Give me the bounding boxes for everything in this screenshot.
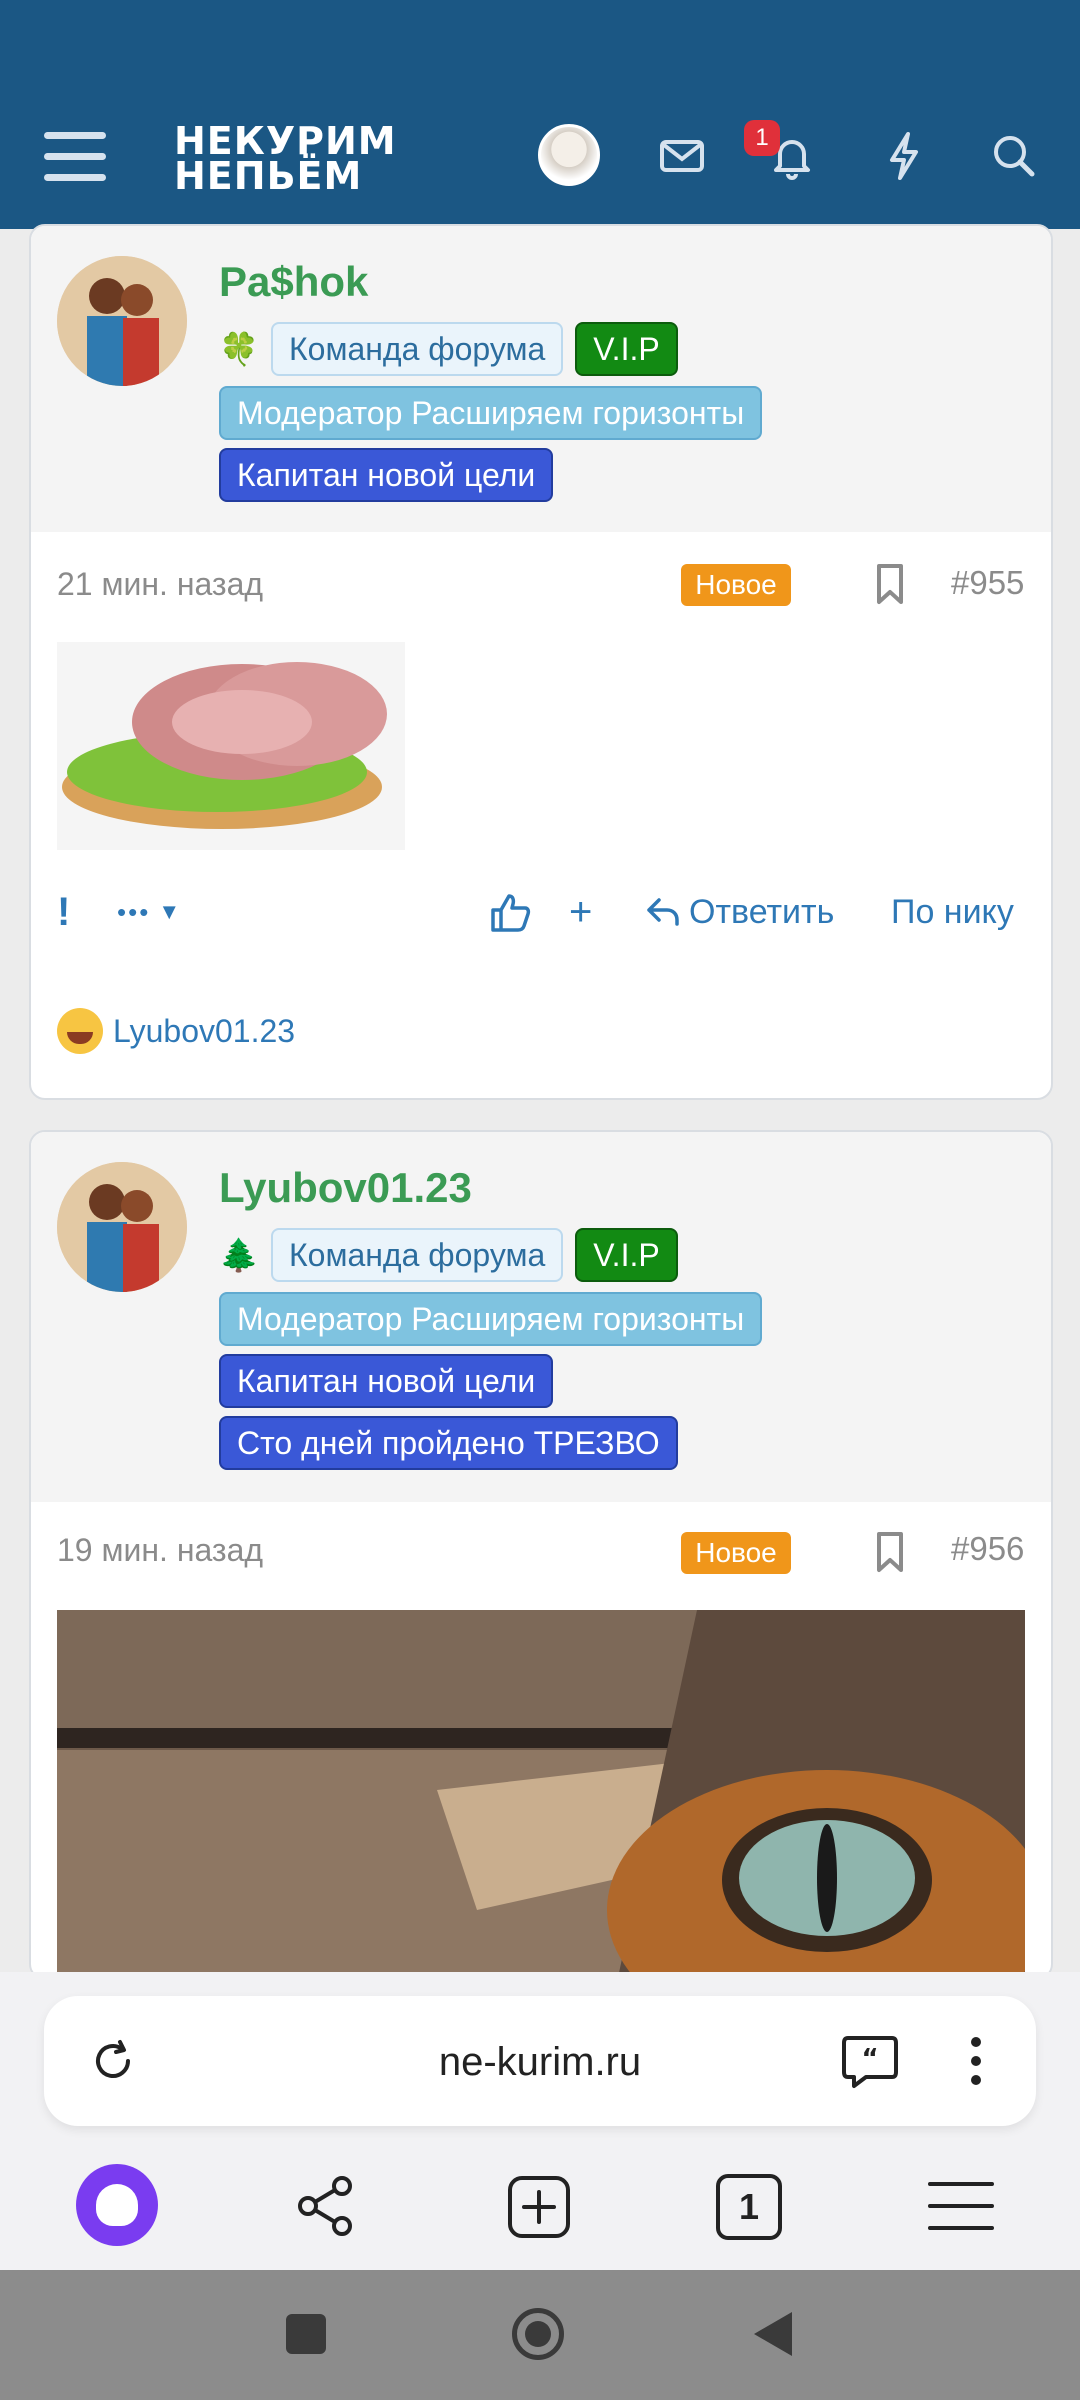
mail-icon[interactable]	[652, 126, 712, 186]
reactor-name: Lyubov01.23	[113, 1012, 296, 1049]
site-logo[interactable]: НЕКУРИМ НЕПЬЁМ	[174, 122, 397, 198]
new-badge: Новое	[681, 1532, 791, 1574]
tree-icon: 🌲	[219, 1237, 259, 1273]
address-bar[interactable]: ne-kurim.ru “	[44, 1996, 1036, 2126]
tag-row-4: Сто дней пройдено ТРЕЗВО	[219, 1416, 678, 1470]
browser-nav-row: 1	[0, 2164, 1080, 2264]
by-nick-button[interactable]: По нику	[891, 882, 1014, 942]
tag-moderator: Модератор Расширяем горизонты	[219, 1292, 763, 1346]
more-menu-button[interactable]: ••• ▼	[117, 882, 182, 942]
reply-icon	[647, 898, 679, 926]
more-vertical-icon[interactable]	[966, 2034, 986, 2088]
alice-assistant-icon[interactable]	[76, 2164, 158, 2246]
author-avatar[interactable]	[57, 1162, 187, 1292]
tag-row-2: Модератор Расширяем горизонты	[219, 1292, 763, 1346]
post-number[interactable]: #955	[951, 564, 1024, 602]
tabs-button[interactable]: 1	[716, 2174, 782, 2240]
tag-captain: Капитан новой цели	[219, 448, 554, 502]
menu-icon[interactable]	[44, 132, 106, 182]
system-navigation-bar	[0, 2270, 1080, 2400]
svg-text:“: “	[861, 2044, 878, 2074]
more-dots: •••	[117, 897, 151, 927]
post-author-block: Pa$hok 🍀 Команда форума V.I.P Модератор …	[31, 226, 1051, 532]
recents-icon[interactable]	[286, 2314, 326, 2354]
bookmark-icon[interactable]	[873, 1530, 907, 1574]
tag-row-1: 🍀 Команда форума V.I.P	[219, 322, 678, 376]
bookmark-icon[interactable]	[873, 562, 907, 606]
user-avatar[interactable]	[538, 124, 600, 186]
sandwich-image[interactable]	[57, 642, 405, 850]
author-avatar[interactable]	[57, 256, 187, 386]
search-icon[interactable]	[984, 126, 1044, 186]
tag-vip: V.I.P	[575, 322, 678, 376]
new-tab-icon[interactable]	[506, 2174, 572, 2240]
tag-forum-team: Команда форума	[271, 322, 564, 376]
author-username[interactable]: Pa$hok	[219, 258, 368, 306]
like-icon[interactable]	[489, 892, 531, 934]
tag-row-1: 🌲 Команда форума V.I.P	[219, 1228, 678, 1282]
clover-icon: 🍀	[219, 331, 259, 367]
post-time[interactable]: 19 мин. назад	[57, 1532, 263, 1569]
tag-forum-team: Команда форума	[271, 1228, 564, 1282]
add-reaction-button[interactable]: +	[569, 882, 592, 942]
post-actions: ! ••• ▼ + Ответить По нику	[31, 882, 1051, 942]
lightning-icon[interactable]	[874, 126, 934, 186]
quote-icon[interactable]: “	[840, 2032, 900, 2090]
tag-row-3: Капитан новой цели	[219, 1354, 554, 1408]
reply-button[interactable]: Ответить	[645, 882, 834, 942]
post-author-block: Lyubov01.23 🌲 Команда форума V.I.P Модер…	[31, 1132, 1051, 1502]
cat-eye-image[interactable]	[57, 1610, 1025, 1978]
browser-menu-icon[interactable]	[926, 2178, 996, 2234]
browser-toolbar: ne-kurim.ru “ 1	[0, 1972, 1080, 2270]
reaction-summary[interactable]: Lyubov01.23	[57, 1008, 295, 1054]
post-955: Pa$hok 🍀 Команда форума V.I.P Модератор …	[29, 224, 1053, 1100]
logo-line-2: НЕПЬЁМ	[174, 154, 363, 198]
new-badge: Новое	[681, 564, 791, 606]
forum-header: НЕКУРИМ НЕПЬЁМ 1	[0, 0, 1080, 229]
reply-label: Ответить	[689, 893, 835, 931]
notification-badge: 1	[744, 120, 780, 156]
tag-captain: Капитан новой цели	[219, 1354, 554, 1408]
post-956: Lyubov01.23 🌲 Команда форума V.I.P Модер…	[29, 1130, 1053, 1980]
tag-hundred-days: Сто дней пройдено ТРЕЗВО	[219, 1416, 678, 1470]
post-time[interactable]: 21 мин. назад	[57, 566, 263, 603]
share-icon[interactable]	[294, 2174, 358, 2238]
author-username[interactable]: Lyubov01.23	[219, 1164, 472, 1212]
report-button[interactable]: !	[57, 882, 70, 942]
tag-row-3: Капитан новой цели	[219, 448, 554, 502]
tag-moderator: Модератор Расширяем горизонты	[219, 386, 763, 440]
laughing-emoji-icon	[57, 1008, 103, 1054]
post-number[interactable]: #956	[951, 1530, 1024, 1568]
tag-vip: V.I.P	[575, 1228, 678, 1282]
chevron-down-icon: ▼	[158, 899, 183, 924]
back-icon[interactable]	[750, 2308, 796, 2360]
tag-row-2: Модератор Расширяем горизонты	[219, 386, 763, 440]
home-icon[interactable]	[512, 2308, 564, 2360]
